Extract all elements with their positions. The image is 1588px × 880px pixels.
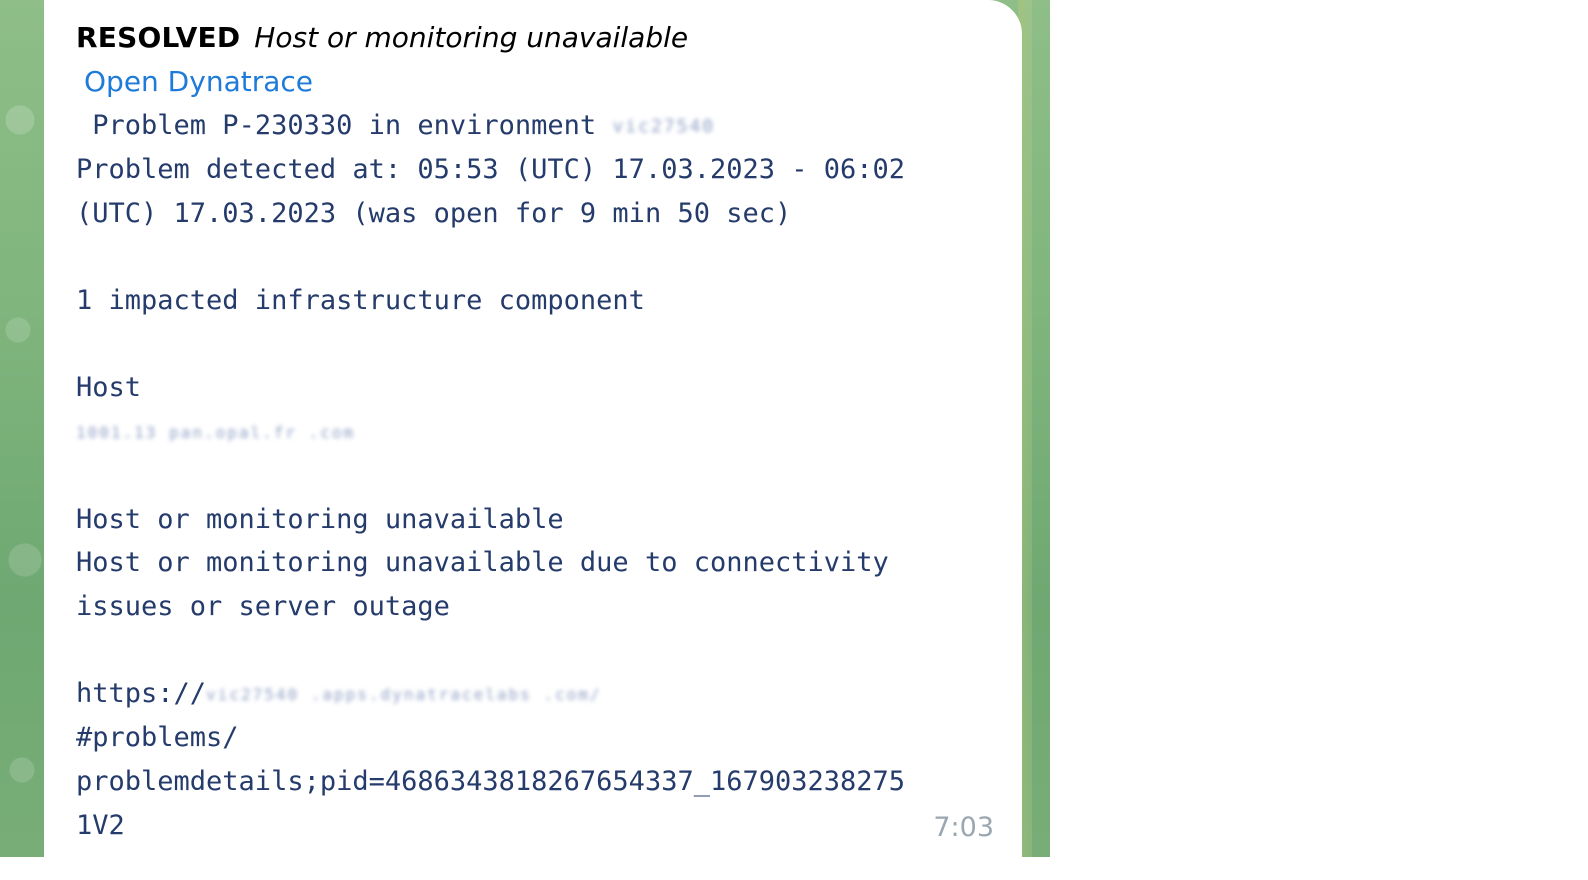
impact-line: 1 impacted infrastructure component	[76, 285, 645, 317]
detected-line-2: (UTC) 17.03.2023 (was open for 9 min 50 …	[76, 197, 792, 229]
environment-redacted: vic27540	[612, 115, 716, 137]
message-header: RESOLVED Host or monitoring unavailable	[76, 16, 996, 60]
message-body: RESOLVED Host or monitoring unavailable O…	[76, 16, 996, 847]
host-redacted: 1001.13 pan.opal.fr .com	[76, 422, 356, 442]
message-time: 7:03	[933, 812, 994, 843]
event-desc-1: Host or monitoring unavailable due to co…	[76, 547, 889, 579]
message-bubble[interactable]: RESOLVED Host or monitoring unavailable O…	[44, 0, 1022, 880]
detected-line-1: Problem detected at: 05:53 (UTC) 17.03.2…	[76, 154, 906, 186]
host-label: Host	[76, 372, 142, 404]
problem-url-line-3[interactable]: problemdetails;pid=4686343818267654337_1…	[76, 760, 996, 804]
problem-url-line-4[interactable]: 1V2	[76, 804, 996, 848]
event-desc-2: issues or server outage	[76, 590, 450, 622]
status-label: RESOLVED	[76, 21, 241, 54]
problem-url-line-1[interactable]: https://vic27540 .apps.dynatracelabs .co…	[76, 672, 996, 716]
open-dynatrace-link[interactable]: Open Dynatrace	[84, 65, 313, 98]
host-line: 1001.13 pan.opal.fr .com	[76, 410, 996, 454]
url-redacted[interactable]: vic27540 .apps.dynatracelabs .com/	[206, 673, 602, 717]
problem-subject: Host or monitoring unavailable	[254, 21, 689, 54]
event-title: Host or monitoring unavailable	[76, 503, 564, 535]
problem-url-line-2[interactable]: #problems/	[76, 716, 996, 760]
url-prefix[interactable]: https://	[76, 678, 206, 709]
problem-text: Problem P-230330 in environment	[76, 110, 613, 141]
problem-line: Problem P-230330 in environment vic27540	[76, 104, 996, 148]
